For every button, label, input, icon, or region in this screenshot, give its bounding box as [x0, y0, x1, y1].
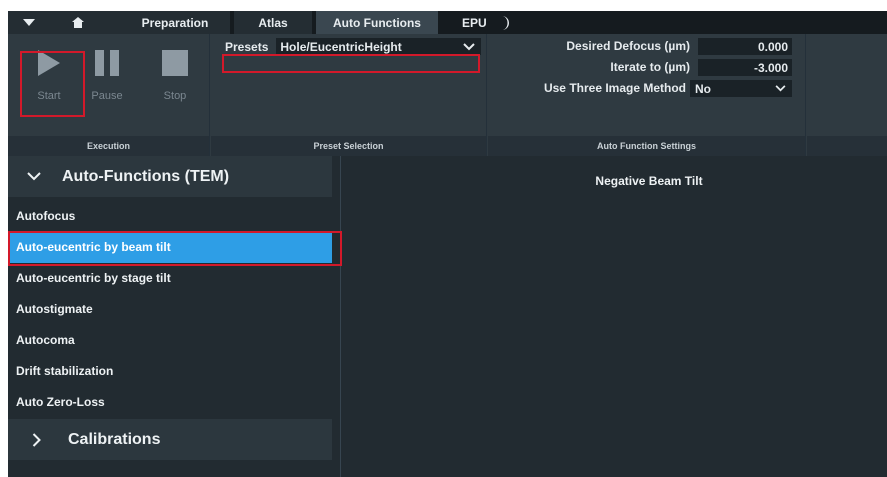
epu-window: Preparation Atlas Auto Functions EPU Sta…	[8, 11, 887, 477]
list-item-autofocus[interactable]: Autofocus	[8, 201, 332, 232]
start-button[interactable]: Start	[20, 38, 78, 108]
auto-functions-header-label: Auto-Functions (TEM)	[62, 167, 230, 185]
menu-triangle-icon	[23, 18, 35, 26]
presets-value: Hole/EucentricHeight	[280, 39, 402, 54]
preset-selection-caption: Preset Selection	[211, 136, 486, 156]
tab-preparation-label: Preparation	[141, 15, 209, 30]
three-image-method-dropdown[interactable]: No	[690, 80, 792, 97]
iterate-to-label: Iterate to (µm)	[610, 60, 690, 74]
auto-functions-list: Autofocus Auto-eucentric by beam tilt Au…	[8, 201, 332, 418]
tab-home[interactable]	[50, 11, 100, 34]
tab-atlas-label: Atlas	[258, 15, 288, 30]
tab-epu[interactable]: EPU	[442, 11, 532, 34]
three-image-method-label: Use Three Image Method	[543, 81, 686, 95]
stop-label: Stop	[163, 90, 187, 102]
function-detail-panel: Negative Beam Tilt	[340, 156, 887, 477]
desired-defocus-label: Desired Defocus (µm)	[566, 39, 690, 53]
preset-row: Presets Hole/EucentricHeight	[225, 38, 481, 55]
presets-label: Presets	[225, 39, 269, 54]
iterate-to-row: Iterate to (µm) -3.000	[488, 59, 806, 77]
desired-defocus-row: Desired Defocus (µm) 0.000	[488, 38, 806, 56]
execution-caption: Execution	[8, 136, 209, 156]
execution-group: Start Pause Stop Execution	[8, 34, 210, 156]
tab-auto-functions[interactable]: Auto Functions	[316, 11, 438, 34]
moon-icon[interactable]	[499, 15, 513, 31]
desired-defocus-input[interactable]: 0.000	[698, 38, 792, 55]
tab-preparation[interactable]: Preparation	[100, 11, 230, 34]
iterate-to-input[interactable]: -3.000	[698, 59, 792, 76]
tab-auto-functions-label: Auto Functions	[333, 15, 421, 30]
ribbon-toolbar: Start Pause Stop Execution Presets Hole/…	[8, 34, 887, 156]
calibrations-header[interactable]: Calibrations	[8, 419, 332, 460]
preset-selection-group: Presets Hole/EucentricHeight Preset Sele…	[211, 34, 487, 156]
pause-icon	[95, 50, 119, 76]
tab-epu-label: EPU	[462, 15, 487, 30]
tab-bar: Preparation Atlas Auto Functions EPU	[8, 11, 887, 34]
calibrations-header-label: Calibrations	[68, 430, 161, 448]
stop-button[interactable]: Stop	[146, 38, 204, 108]
list-item-autocoma[interactable]: Autocoma	[8, 325, 332, 356]
three-image-method-row: Use Three Image Method No	[488, 80, 806, 98]
presets-dropdown[interactable]: Hole/EucentricHeight	[276, 38, 481, 55]
auto-functions-header[interactable]: Auto-Functions (TEM)	[8, 156, 332, 197]
list-item-drift-stabilization[interactable]: Drift stabilization	[8, 356, 332, 387]
chevron-down-icon	[27, 172, 41, 181]
home-icon	[72, 17, 84, 28]
pause-button[interactable]: Pause	[78, 38, 136, 108]
list-item-auto-eucentric-stage-tilt[interactable]: Auto-eucentric by stage tilt	[8, 263, 332, 294]
stop-icon	[162, 50, 188, 76]
list-item-auto-zero-loss[interactable]: Auto Zero-Loss	[8, 387, 332, 418]
auto-function-settings-group: Desired Defocus (µm) 0.000 Iterate to (µ…	[488, 34, 806, 156]
empty-caption	[807, 136, 887, 156]
menu-button[interactable]	[8, 11, 50, 34]
list-item-autostigmate[interactable]: Autostigmate	[8, 294, 332, 325]
ribbon-empty-area	[807, 34, 887, 156]
chevron-down-icon	[775, 85, 786, 92]
chevron-down-icon	[463, 42, 475, 50]
chevron-right-icon	[32, 432, 41, 447]
tab-atlas[interactable]: Atlas	[234, 11, 312, 34]
auto-functions-panel: Auto-Functions (TEM) Autofocus Auto-euce…	[8, 156, 332, 477]
start-label: Start	[37, 90, 61, 102]
three-image-method-value: No	[695, 81, 711, 96]
list-item-auto-eucentric-beam-tilt[interactable]: Auto-eucentric by beam tilt	[8, 232, 332, 263]
play-icon	[38, 50, 60, 76]
pause-label: Pause	[91, 90, 123, 102]
auto-function-settings-caption: Auto Function Settings	[488, 136, 805, 156]
detail-panel-title: Negative Beam Tilt	[595, 174, 703, 188]
